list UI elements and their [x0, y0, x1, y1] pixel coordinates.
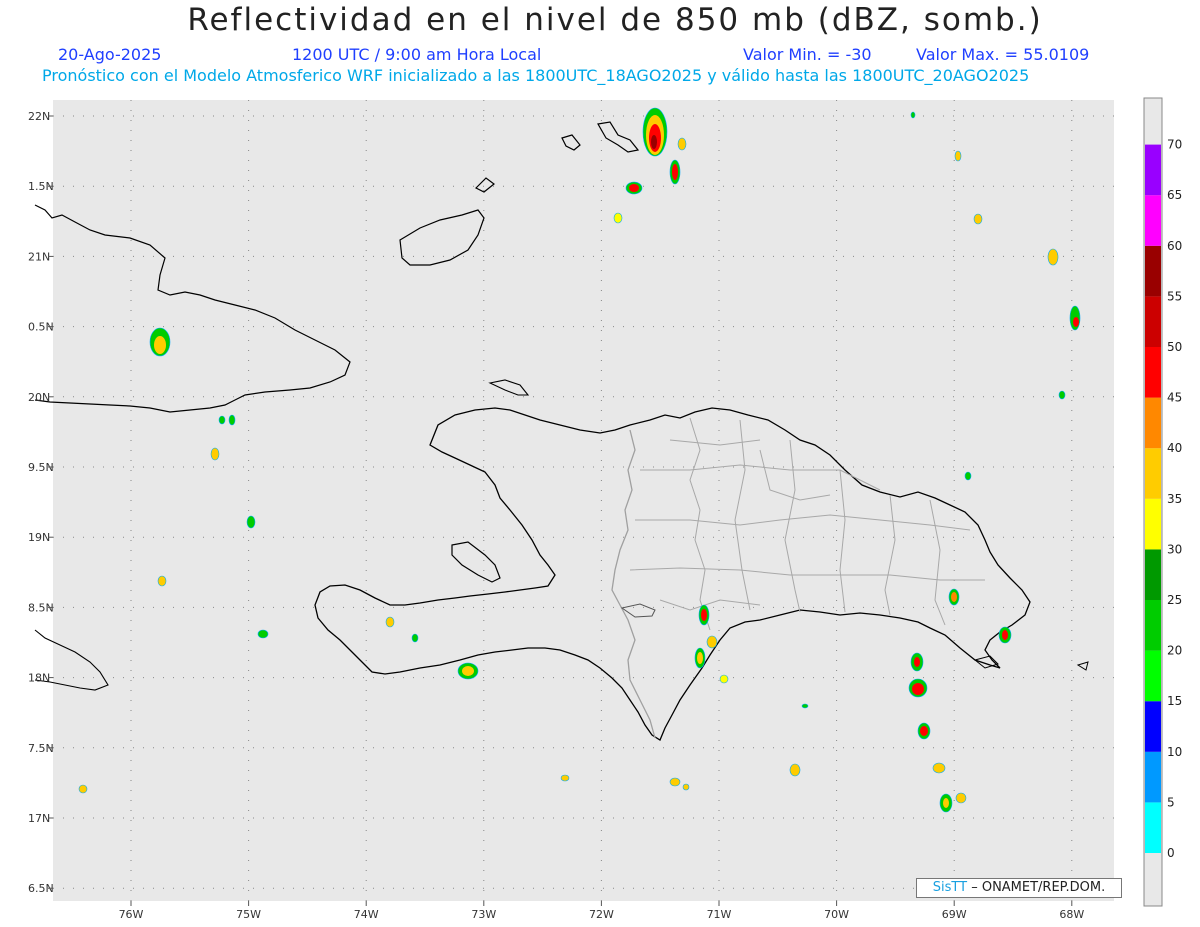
colorbar-tick-label: 55	[1167, 289, 1182, 303]
credit-box: SisTT – ONAMET/REP.DOM.	[916, 878, 1122, 898]
lon-label: 71W	[707, 908, 732, 921]
colorbar-segment	[1145, 701, 1161, 752]
colorbar	[1145, 144, 1161, 853]
colorbar-tick-label: 35	[1167, 492, 1182, 506]
lat-label: 20N	[28, 391, 50, 404]
cell-ne-1	[954, 150, 962, 162]
lon-label: 70W	[824, 908, 849, 921]
lat-label: 17N	[28, 812, 50, 825]
cell-north-4	[677, 137, 687, 151]
colorbar-segment	[1145, 195, 1161, 246]
colorbar-segment	[1145, 245, 1161, 297]
colorbar-tick-label: 40	[1167, 441, 1182, 455]
lat-label: 18N	[28, 672, 50, 685]
colorbar-segment	[1145, 549, 1161, 600]
lat-label: 22N	[28, 110, 50, 123]
cell-north-cluster	[642, 107, 668, 157]
cell-s-2	[669, 777, 681, 787]
cell-s-3	[682, 783, 690, 791]
credit-text: – ONAMET/REP.DOM.	[971, 880, 1106, 895]
colorbar-tick-label: 0	[1167, 846, 1175, 860]
latitude-labels: 22N1.5N21N0.5N20N9.5N19N8.5N18N7.5N17N6.…	[28, 110, 54, 895]
colorbar-tick-labels: 0 5 10 15 20 25 30 35 40 45 50 55 60 65 70	[1167, 138, 1182, 860]
colorbar-tick-label: 60	[1167, 239, 1182, 253]
colorbar-segment	[1145, 296, 1161, 347]
lon-label: 73W	[471, 908, 496, 921]
cell-ne-5	[1058, 390, 1066, 400]
cell-s-5	[801, 703, 809, 709]
cell-west-cuba	[149, 327, 171, 357]
cell-w-3	[210, 447, 220, 461]
reflectivity-map: 22N1.5N21N0.5N20N9.5N19N8.5N18N7.5N17N6.…	[28, 97, 1182, 921]
cell-ne-4	[1069, 305, 1081, 331]
colorbar-segment	[1145, 347, 1161, 398]
colorbar-segment	[1145, 448, 1161, 499]
cell-haiti-south	[457, 662, 479, 680]
colorbar-segment	[1145, 144, 1161, 196]
colorbar-tick-label: 70	[1167, 138, 1182, 152]
lat-label: 21N	[28, 250, 50, 263]
cell-s-4	[719, 674, 729, 684]
cell-sw-1	[78, 784, 88, 794]
cell-s-6	[789, 763, 801, 777]
colorbar-segment	[1145, 802, 1161, 853]
cell-north-3	[669, 159, 681, 185]
colorbar-segment	[1145, 397, 1161, 449]
colorbar-segment	[1145, 751, 1161, 803]
lon-label: 69W	[942, 908, 967, 921]
colorbar-tick-label: 45	[1167, 391, 1182, 405]
colorbar-tick-label: 20	[1167, 644, 1182, 658]
colorbar-segment	[1145, 600, 1161, 651]
colorbar-tick-label: 25	[1167, 593, 1182, 607]
cell-ne-3	[1047, 248, 1059, 266]
colorbar-segment	[1145, 650, 1161, 702]
colorbar-tick-label: 50	[1167, 340, 1182, 354]
lon-label: 72W	[589, 908, 614, 921]
cell-ne-6	[964, 471, 972, 481]
cell-s-1	[560, 774, 570, 782]
longitude-labels: 76W 75W 74W 73W 72W 71W 70W 69W 68W	[119, 901, 1084, 921]
sistt-logo: SisTT	[932, 880, 968, 895]
cell-w-1	[228, 414, 236, 426]
lat-label: 19N	[28, 531, 50, 544]
lon-label: 76W	[119, 908, 144, 921]
colorbar-tick-label: 65	[1167, 188, 1182, 202]
colorbar-tick-label: 5	[1167, 795, 1175, 809]
cell-north-5	[613, 212, 623, 224]
colorbar-segment	[1145, 498, 1161, 550]
lon-label: 74W	[354, 908, 379, 921]
lon-label: 68W	[1059, 908, 1084, 921]
cell-ne-7	[910, 111, 916, 119]
cell-w-6	[257, 629, 269, 639]
colorbar-tick-label: 15	[1167, 694, 1182, 708]
cell-north-2	[625, 181, 643, 195]
lon-label: 75W	[236, 908, 261, 921]
cell-haiti-1	[385, 616, 395, 628]
cell-ne-2	[973, 213, 983, 225]
cell-w-4	[246, 515, 256, 529]
cell-w-2	[218, 415, 226, 425]
cell-w-5	[157, 575, 167, 587]
colorbar-tick-label: 10	[1167, 745, 1182, 759]
map-background	[53, 100, 1114, 901]
cell-haiti-2	[411, 633, 419, 643]
colorbar-tick-label: 30	[1167, 542, 1182, 556]
cell-punta-cana	[998, 626, 1012, 644]
